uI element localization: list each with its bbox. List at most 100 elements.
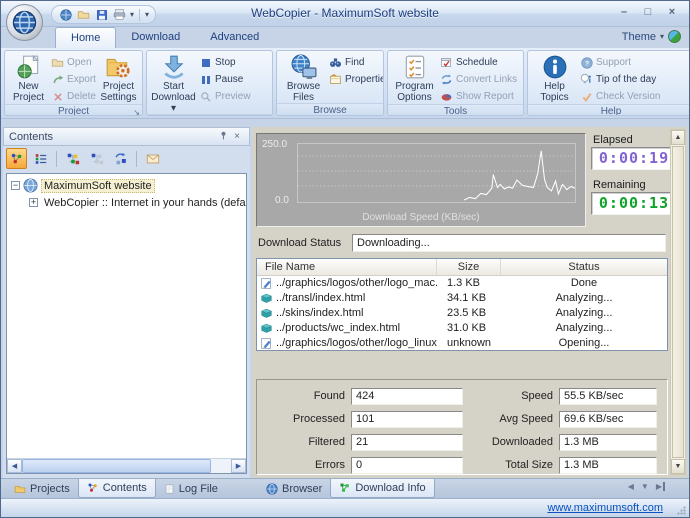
file-name: ../graphics/logos/other/logo_linux.gif	[276, 337, 437, 349]
support-button[interactable]: ? Support	[580, 55, 672, 70]
find-button[interactable]: Find	[329, 55, 381, 70]
webcopier-mini-icon[interactable]	[58, 7, 73, 22]
scroll-down-icon[interactable]: ▼	[671, 459, 685, 474]
tree-item-website[interactable]: MaximumSoft website	[41, 178, 155, 193]
properties-button[interactable]: Properties	[329, 72, 383, 87]
pin-icon[interactable]	[216, 131, 230, 143]
elapsed-display: 0:00:19	[591, 147, 677, 170]
tree-scrollbar-thumb[interactable]	[22, 459, 211, 473]
show-report-button[interactable]: Show Report	[440, 89, 518, 104]
export-button[interactable]: Export	[51, 72, 96, 87]
program-options-button[interactable]: Program Options	[390, 53, 439, 104]
toolbar-separator	[136, 150, 137, 167]
panel-scrollbar-thumb[interactable]	[672, 146, 684, 458]
start-download-label: Start Download ▾	[151, 81, 196, 114]
theme-selector[interactable]: Theme ▾	[622, 30, 681, 43]
table-row[interactable]: ../transl/index.html 34.1 KB Analyzing..…	[257, 291, 667, 306]
convert-links-button[interactable]: Convert Links	[440, 72, 518, 87]
table-row[interactable]: ../skins/index.html 23.5 KB Analyzing...	[257, 306, 667, 321]
save-icon[interactable]	[94, 7, 109, 22]
filtered-label: Filtered	[308, 436, 345, 448]
properties-icon	[329, 73, 342, 86]
stop-button[interactable]: Stop	[199, 55, 259, 70]
help-topics-button[interactable]: Help Topics	[530, 53, 579, 104]
filtered-value: 21	[351, 433, 463, 451]
file-status: Analyzing...	[555, 307, 613, 319]
browse-files-button[interactable]: Browse Files	[279, 53, 328, 103]
collapse-tree-button[interactable]	[86, 148, 107, 169]
scroll-left-icon[interactable]: ◀	[7, 459, 22, 473]
resize-grip[interactable]	[677, 506, 686, 515]
column-file-name[interactable]: File Name	[257, 259, 437, 275]
customize-qat-icon[interactable]: ▾	[145, 10, 149, 19]
project-settings-button[interactable]: Project Settings	[97, 53, 140, 104]
expand-node-icon[interactable]: +	[29, 198, 38, 207]
ribbon-group-download: Start Download ▾ Stop Pause Preview	[146, 50, 273, 116]
maximize-button[interactable]: □	[639, 6, 657, 20]
image-file-icon	[261, 338, 271, 349]
table-row[interactable]: ../graphics/logos/other/logo_mac.gif 1.3…	[257, 276, 667, 291]
close-button[interactable]: ×	[663, 6, 681, 20]
file-size: 1.3 KB	[447, 277, 481, 289]
tab-nav-prev-icon[interactable]: ◀	[628, 482, 634, 491]
column-status[interactable]: Status	[501, 259, 667, 275]
webcopier-globe-icon	[12, 10, 37, 35]
column-size[interactable]: Size	[437, 259, 501, 275]
tab-browser[interactable]: Browser	[258, 479, 330, 498]
map-view-button[interactable]	[6, 148, 27, 169]
tab-advanced[interactable]: Advanced	[195, 27, 274, 48]
expand-tree-button[interactable]	[62, 148, 83, 169]
tab-download[interactable]: Download	[116, 27, 195, 48]
speed-sparkline	[298, 150, 575, 201]
open-icon[interactable]	[76, 7, 91, 22]
project-settings-icon	[105, 54, 131, 80]
email-report-button[interactable]	[142, 148, 163, 169]
maximumsoft-link[interactable]: www.maximumsoft.com	[547, 502, 663, 514]
html-file-icon	[261, 323, 272, 333]
open-label: Open	[67, 57, 92, 68]
table-row[interactable]: ../graphics/logos/other/logo_linux.gif u…	[257, 336, 667, 350]
pause-button[interactable]: Pause	[199, 72, 259, 87]
panel-close-icon[interactable]: ×	[230, 131, 244, 142]
tab-contents-label: Contents	[102, 482, 147, 494]
tab-log-file[interactable]: Log File	[156, 479, 226, 498]
tip-of-the-day-button[interactable]: Tip of the day	[580, 72, 672, 87]
contents-toolbar	[3, 146, 250, 171]
projects-folder-icon	[14, 485, 26, 493]
project-dialog-launcher-icon[interactable]: ↘	[133, 106, 140, 115]
contents-panel-header: Contents ×	[3, 127, 250, 146]
minimize-button[interactable]: –	[615, 6, 633, 20]
tab-home[interactable]: Home	[55, 27, 117, 48]
processed-label: Processed	[293, 413, 345, 425]
tab-nav-menu-icon[interactable]: ▼	[641, 482, 649, 491]
refresh-tree-button[interactable]	[110, 148, 131, 169]
open-button[interactable]: Open	[51, 55, 96, 70]
tree-item-page[interactable]: WebCopier :: Internet in your hands (def…	[44, 197, 246, 209]
project-settings-label: Project Settings	[100, 81, 137, 103]
contents-panel-title: Contents	[9, 130, 54, 143]
print-icon[interactable]	[112, 7, 127, 22]
table-row[interactable]: ../products/wc_index.html 31.0 KB Analyz…	[257, 321, 667, 336]
files-table: File Name Size Status ../graphics/logos/…	[256, 258, 668, 351]
start-download-button[interactable]: Start Download ▾	[149, 53, 198, 114]
scroll-right-icon[interactable]: ▶	[231, 459, 246, 473]
pause-label: Pause	[215, 74, 244, 85]
check-version-button[interactable]: Check Version	[580, 89, 672, 104]
scroll-up-icon[interactable]: ▲	[671, 130, 685, 145]
chart-plot-area	[297, 143, 576, 203]
convert-links-label: Convert Links	[456, 74, 518, 85]
print-dropdown-icon[interactable]: ▾	[130, 10, 134, 19]
tab-log-file-label: Log File	[178, 482, 218, 495]
tab-contents[interactable]: Contents	[77, 479, 156, 498]
stop-label: Stop	[215, 57, 236, 68]
new-project-button[interactable]: New Project	[7, 53, 50, 104]
list-view-button[interactable]	[30, 148, 51, 169]
tab-projects[interactable]: Projects	[6, 479, 78, 498]
tab-download-info[interactable]: Download Info	[330, 479, 435, 498]
application-menu-button[interactable]	[6, 4, 43, 41]
schedule-button[interactable]: Schedule	[440, 55, 518, 70]
delete-button[interactable]: Delete	[51, 89, 96, 104]
tab-nav-last-icon[interactable]: ▶	[656, 482, 665, 491]
preview-button[interactable]: Preview	[199, 89, 259, 104]
collapse-node-icon[interactable]: −	[11, 181, 20, 190]
